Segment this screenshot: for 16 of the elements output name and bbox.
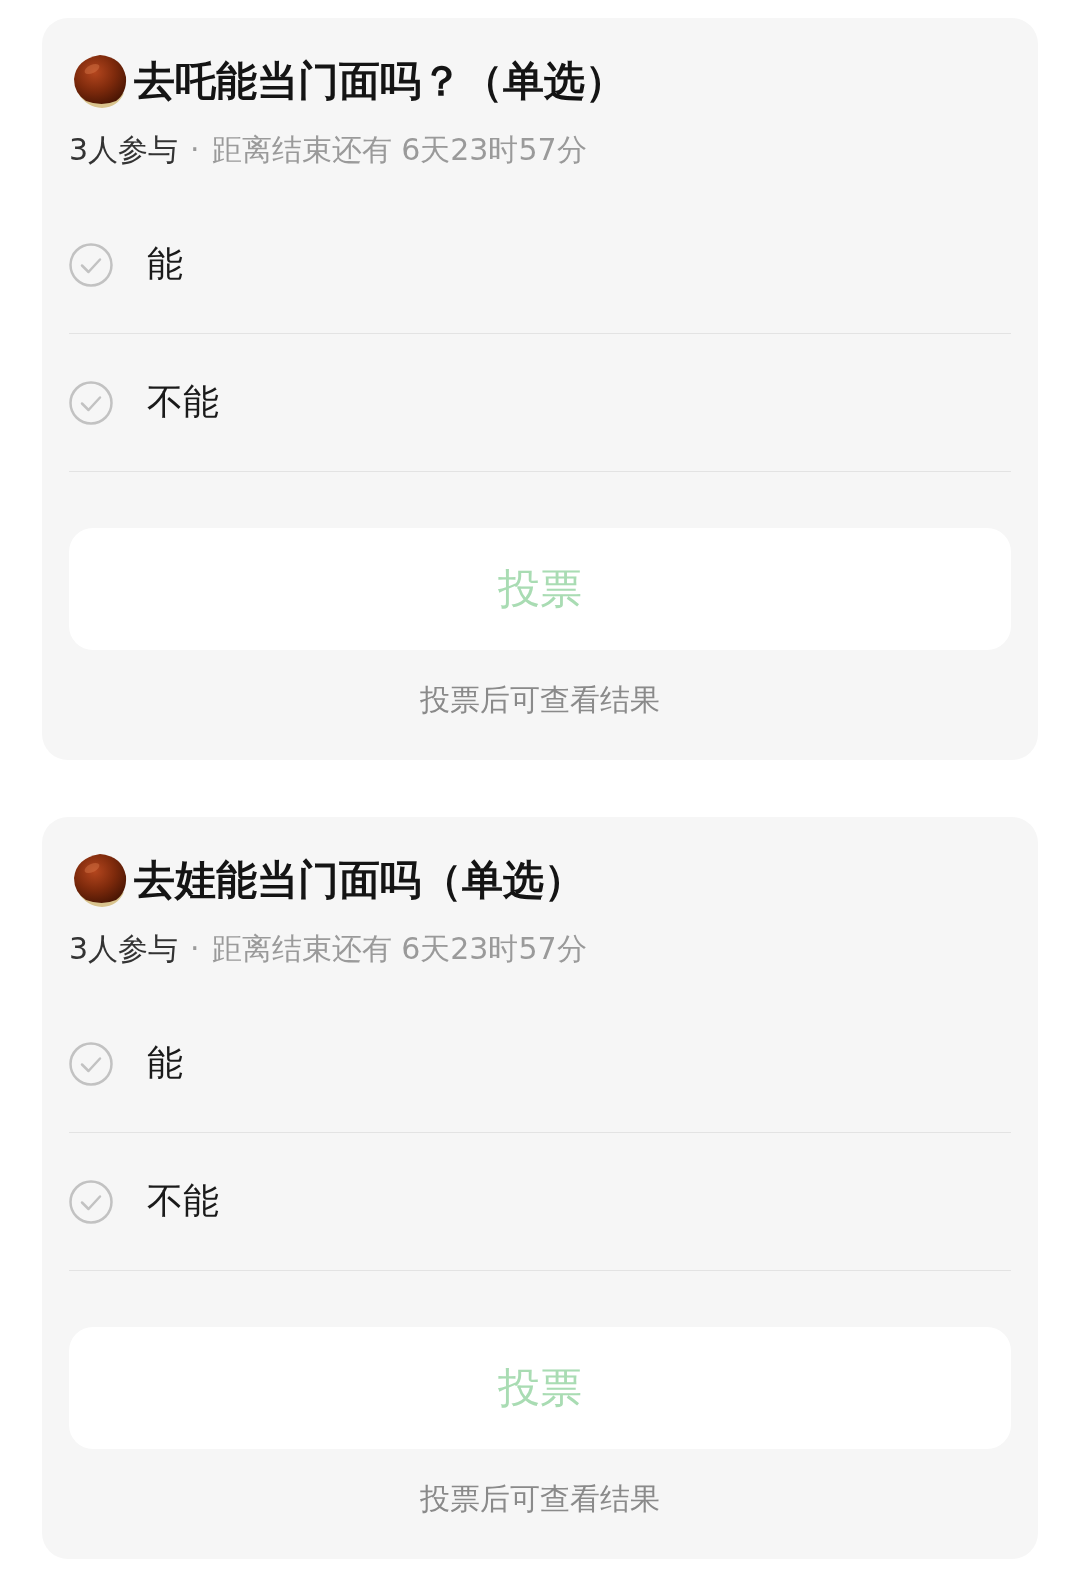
poll-option[interactable]: 能 (69, 196, 1011, 333)
participant-count: 3人参与 (69, 930, 179, 968)
deadline-text: 距离结束还有 6天23时57分 (211, 930, 587, 968)
separator-dot: · (190, 131, 200, 169)
poll-title: 去吒能当门面吗？（单选） (134, 56, 626, 107)
chestnut-icon (72, 53, 128, 109)
poll-option[interactable]: 不能 (69, 334, 1011, 471)
vote-hint: 投票后可查看结果 (419, 681, 661, 719)
poll-title: 去娃能当门面吗（单选） (134, 855, 585, 906)
participant-count: 3人参与 (69, 131, 179, 169)
separator-dot: · (190, 930, 200, 968)
poll-option[interactable]: 不能 (69, 1133, 1011, 1270)
chestnut-icon (72, 852, 128, 908)
poll-option[interactable]: 能 (69, 995, 1011, 1132)
vote-hint: 投票后可查看结果 (419, 1480, 661, 1518)
deadline-text: 距离结束还有 6天23时57分 (211, 131, 587, 169)
